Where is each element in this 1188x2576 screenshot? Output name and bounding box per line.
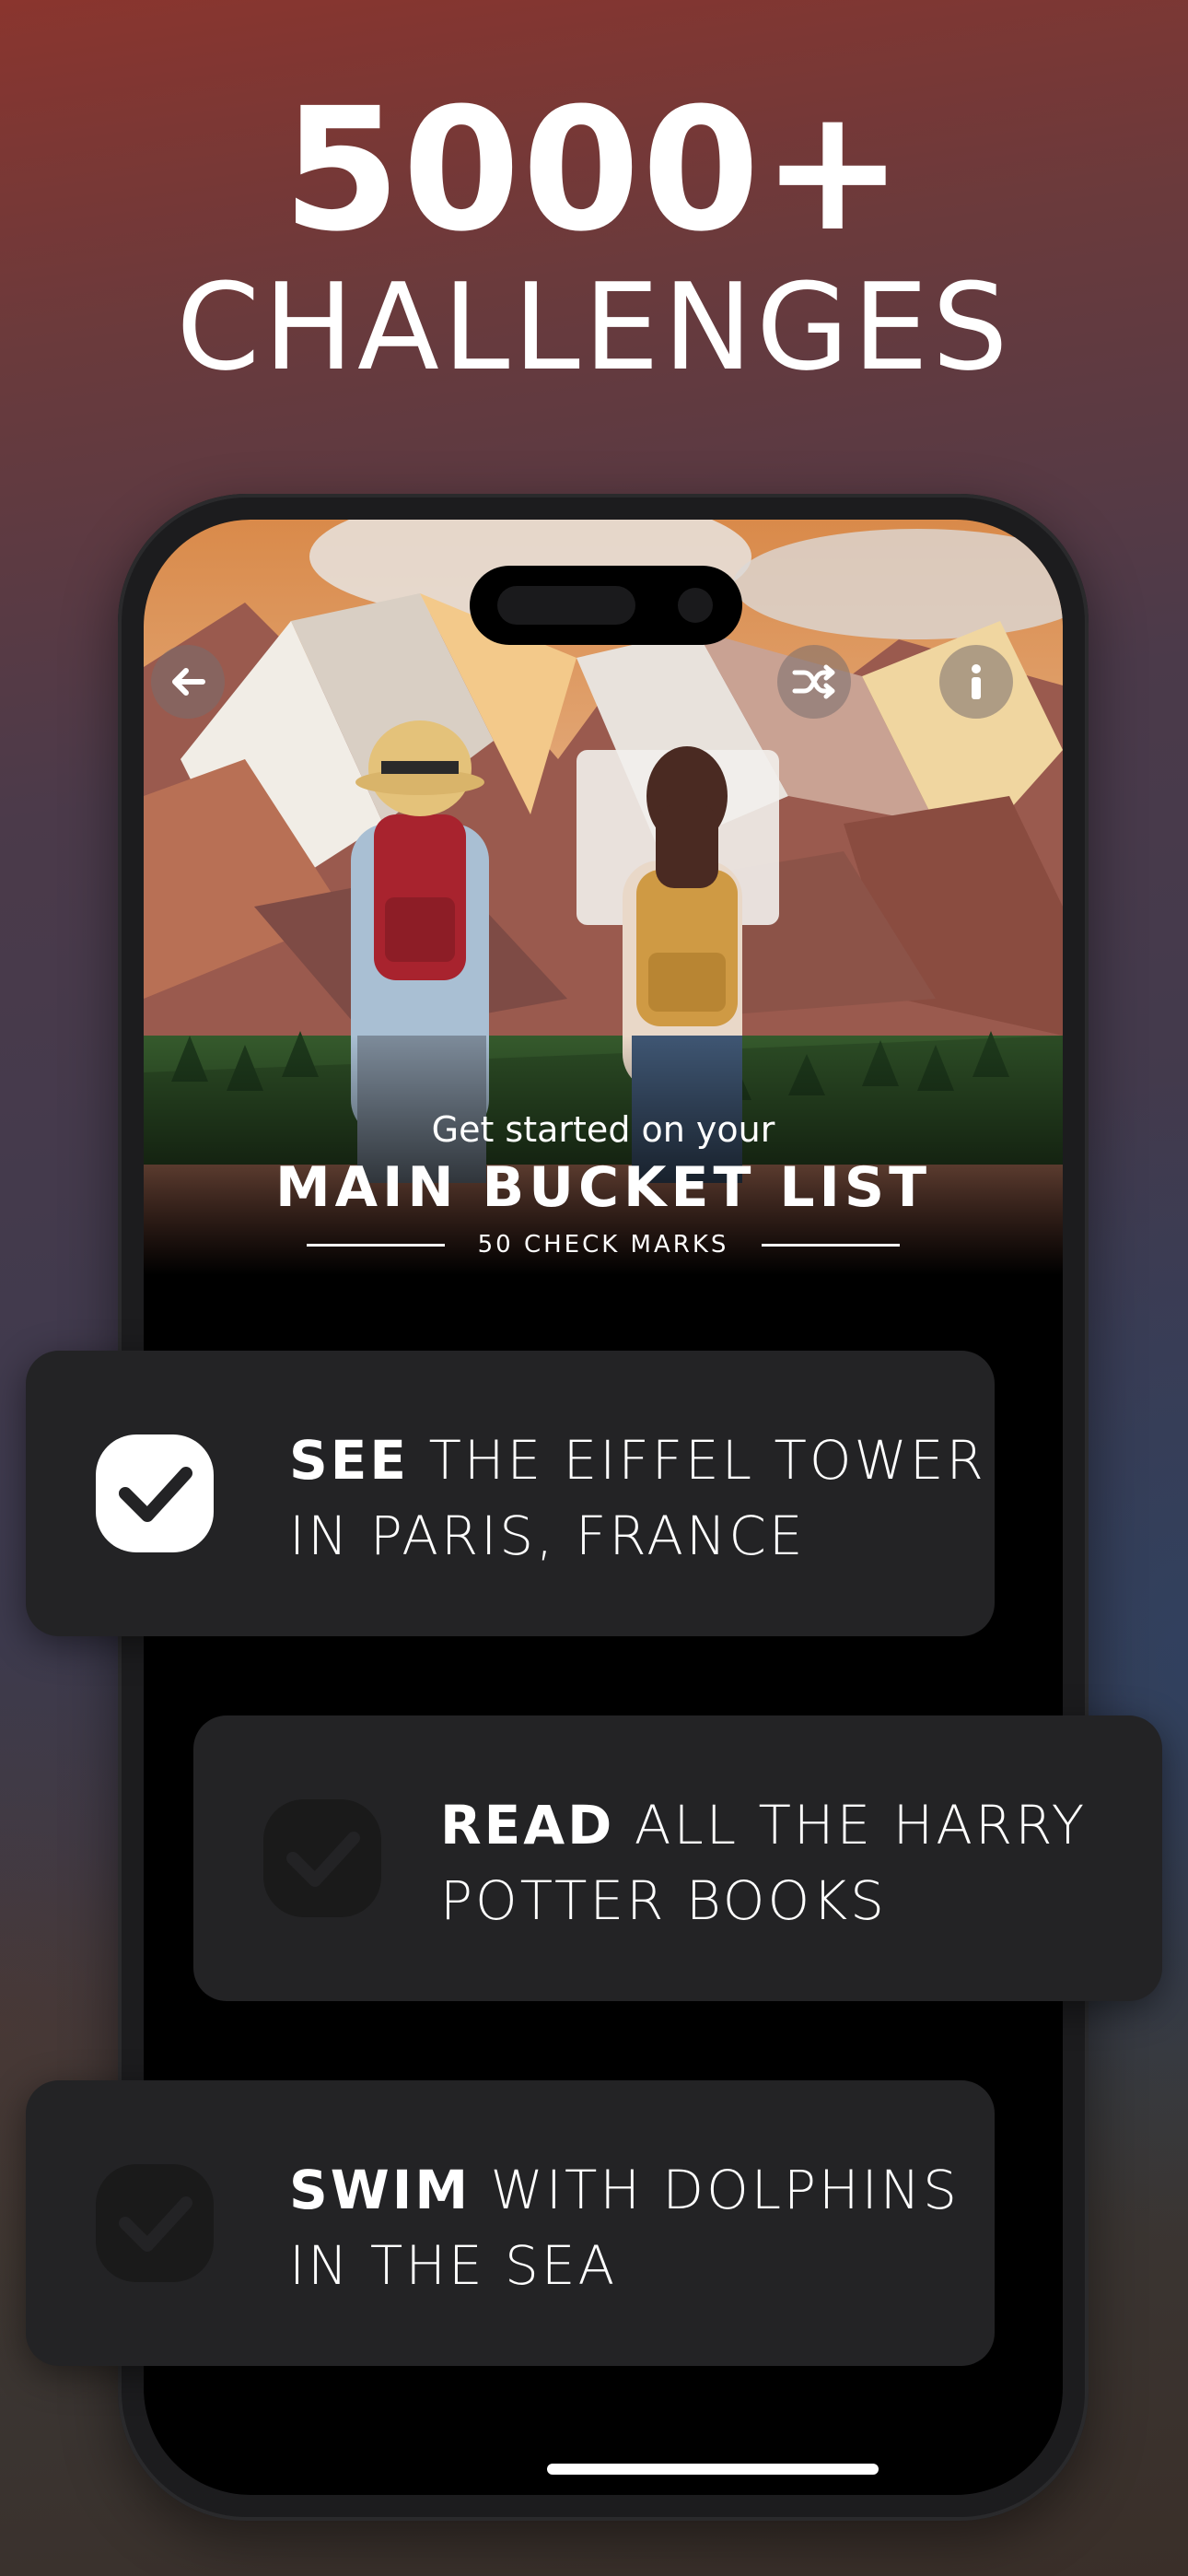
- headline-count: 5000+: [282, 72, 906, 269]
- unchecked-checkbox-icon[interactable]: [90, 2159, 219, 2288]
- challenge-card[interactable]: READ ALL THE HARRY POTTER BOOKS: [193, 1715, 1162, 2001]
- info-button[interactable]: [939, 645, 1013, 719]
- hero-subtitle: 50 CHECK MARKS: [477, 1231, 729, 1259]
- camera-dot: [678, 588, 713, 623]
- challenge-text: SEE THE EIFFEL TOWER IN PARIS, FRANCE: [289, 1423, 986, 1574]
- challenge-line1: ALL THE HARRY: [614, 1794, 1088, 1856]
- challenge-text: READ ALL THE HARRY POTTER BOOKS: [440, 1787, 1087, 1938]
- divider-left: [306, 1243, 445, 1247]
- challenge-line2: IN PARIS, FRANCE: [289, 1505, 806, 1567]
- unchecked-checkbox-icon[interactable]: [258, 1794, 387, 1923]
- divider-right: [762, 1243, 901, 1247]
- dynamic-island: [470, 566, 742, 645]
- headline-label: CHALLENGES: [176, 257, 1012, 397]
- challenge-verb: READ: [440, 1794, 615, 1856]
- back-button[interactable]: [151, 645, 225, 719]
- challenge-line2: IN THE SEA: [289, 2234, 618, 2297]
- info-icon: [972, 664, 981, 699]
- home-indicator[interactable]: [547, 2464, 879, 2475]
- challenge-line1: WITH DOLPHINS: [471, 2159, 960, 2221]
- hero-subtitle-row: 50 CHECK MARKS: [144, 1231, 1063, 1259]
- shuffle-icon: [792, 664, 835, 699]
- promo-headline: 5000+ CHALLENGES: [0, 83, 1188, 396]
- hero-title: MAIN BUCKET LIST: [274, 1155, 932, 1220]
- challenge-verb: SWIM: [289, 2159, 472, 2221]
- challenge-card[interactable]: SWIM WITH DOLPHINS IN THE SEA: [26, 2080, 995, 2366]
- challenge-line2: POTTER BOOKS: [440, 1869, 887, 1932]
- island-sensor: [497, 586, 635, 625]
- arrow-left-icon: [172, 668, 205, 696]
- challenge-text: SWIM WITH DOLPHINS IN THE SEA: [289, 2152, 960, 2303]
- shuffle-button[interactable]: [777, 645, 851, 719]
- challenge-card[interactable]: SEE THE EIFFEL TOWER IN PARIS, FRANCE: [26, 1351, 995, 1636]
- challenge-verb: SEE: [289, 1429, 410, 1492]
- checked-checkbox-icon[interactable]: [90, 1429, 219, 1558]
- hero-intro: Get started on your: [431, 1109, 775, 1150]
- challenge-line1: THE EIFFEL TOWER: [409, 1429, 986, 1492]
